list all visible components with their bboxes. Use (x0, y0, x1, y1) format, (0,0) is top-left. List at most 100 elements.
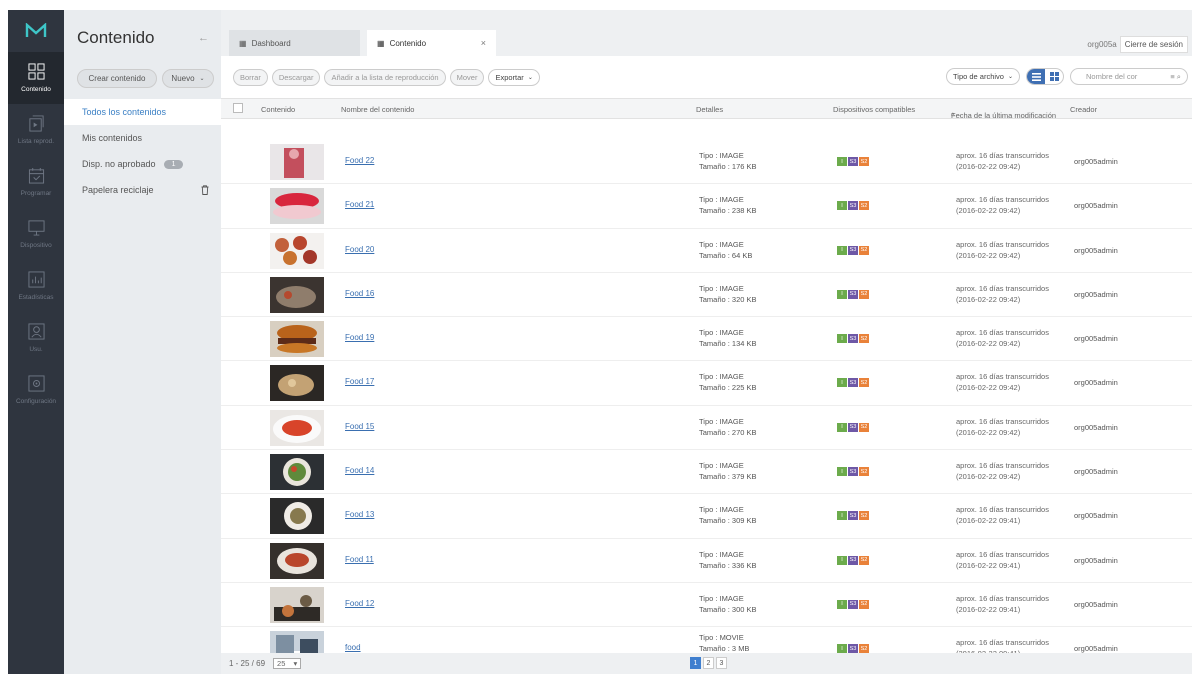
device-badge: S3 (848, 201, 858, 211)
col-fecha-label: Fecha de la última modificación (951, 111, 1057, 120)
device-badge: S3 (848, 245, 858, 255)
compatible-devices: I S3 S2 (837, 511, 869, 521)
rail-item-estad-sticas[interactable]: Estadísticas (8, 260, 64, 312)
create-content-button[interactable]: Crear contenido (77, 68, 157, 88)
content-name-link[interactable]: Food 12 (345, 599, 374, 608)
table-row[interactable]: Food 11 Tipo : IMAGE Tamaño : 336 KB I S3 S2 a… (221, 539, 1192, 583)
view-toggle (1026, 68, 1064, 85)
device-badge: S3 (848, 157, 858, 166)
rail-item-dispositivo[interactable]: Dispositivo (8, 208, 64, 260)
compatible-devices: I S3 S2 (837, 422, 869, 432)
creator-name: org005admin (1074, 467, 1118, 477)
content-thumbnail[interactable] (270, 409, 324, 446)
device-badge: S3 (848, 644, 858, 654)
table-row[interactable]: Food 13 Tipo : IMAGE Tamaño : 309 KB I S3 S2 a… (221, 494, 1192, 539)
calendar-icon (28, 167, 45, 190)
app-logo[interactable] (8, 10, 64, 52)
type-text: Tipo : IMAGE (699, 328, 744, 338)
content-thumbnail[interactable] (270, 321, 324, 358)
delete-button[interactable]: Borrar (233, 68, 268, 86)
chart-icon (27, 271, 45, 294)
device-badge: S2 (859, 334, 869, 344)
content-name-link[interactable]: food (345, 643, 361, 652)
select-all-checkbox[interactable] (233, 103, 243, 113)
table-row[interactable]: Food 21 Tipo : IMAGE Tamaño : 238 KB I S3 S2 a… (221, 184, 1192, 229)
sidebar-item-trash[interactable]: Papelera reciclaje (64, 177, 221, 203)
content-name-link[interactable]: Food 17 (345, 377, 374, 386)
sidebar-item-unapproved[interactable]: Disp. no aprobado 1 (64, 151, 221, 177)
sidebar-item-mine[interactable]: Mis contenidos (64, 125, 221, 151)
grid-view-icon[interactable] (1045, 69, 1063, 84)
device-badge: S2 (859, 245, 869, 255)
content-name-link[interactable]: Food 22 (345, 156, 374, 165)
list-view-icon[interactable] (1027, 69, 1045, 84)
creator-name: org005admin (1074, 555, 1118, 565)
content-name-link[interactable]: Food 20 (345, 245, 374, 254)
move-button[interactable]: Mover (449, 68, 485, 86)
table-row[interactable]: Food 19 Tipo : IMAGE Tamaño : 134 KB I S3 S2 a… (221, 317, 1192, 362)
content-details: Tipo : IMAGE Tamaño : 225 KB (699, 371, 757, 393)
settings-icon (27, 375, 45, 398)
content-thumbnail[interactable] (270, 498, 324, 535)
per-page-value: 25 (277, 659, 286, 668)
content-name-link[interactable]: Food 16 (345, 289, 374, 298)
content-thumbnail[interactable] (270, 276, 324, 313)
modified-ago: aprox. 16 días transcurridos (956, 328, 1049, 338)
download-button[interactable]: Descargar (271, 68, 321, 86)
rail-item-programar[interactable]: Programar (8, 156, 64, 208)
content-thumbnail[interactable] (270, 586, 324, 623)
content-table: Food 22 Tipo : IMAGE Tamaño : 176 KB I S3 S2 a… (221, 140, 1192, 672)
table-row[interactable]: Food 22 Tipo : IMAGE Tamaño : 176 KB I S3 S2 a… (221, 140, 1192, 185)
page-button[interactable]: 3 (716, 657, 727, 669)
modified-timestamp: (2016-02-22 09:41) (956, 516, 1021, 526)
content-thumbnail[interactable] (270, 365, 324, 402)
new-dropdown[interactable]: Nuevo ⌄ (162, 68, 214, 88)
modified-ago: aprox. 16 días transcurridos (956, 638, 1049, 648)
tab-contenido[interactable]: ▦ Contenido × (367, 30, 496, 56)
content-name-link[interactable]: Food 21 (345, 200, 374, 209)
rail-item-label: Usu. (29, 346, 43, 353)
add-to-playlist-button[interactable]: Añadir a la lista de reproducción (324, 68, 446, 86)
file-type-dropdown[interactable]: Tipo de archivo ⌄ (945, 68, 1020, 85)
table-row[interactable]: Food 14 Tipo : IMAGE Tamaño : 379 KB I S3 S2 a… (221, 450, 1192, 495)
rail-item-lista-reprod[interactable]: Lista reprod. (8, 104, 64, 156)
table-row[interactable]: Food 16 Tipo : IMAGE Tamaño : 320 KB I S3 S2 a… (221, 273, 1192, 318)
rail-item-contenido[interactable]: Contenido (8, 52, 64, 104)
content-name-link[interactable]: Food 19 (345, 333, 374, 342)
compatible-devices: I S3 S2 (837, 599, 869, 609)
content-name-link[interactable]: Food 13 (345, 510, 374, 519)
rail-item-label: Estadísticas (18, 294, 54, 301)
tab-dashboard[interactable]: ▦ Dashboard (229, 30, 360, 56)
search-input[interactable]: Nombre del cor ≡ ⌕ (1070, 68, 1188, 85)
rail-item-configuraci-n[interactable]: Configuración (8, 364, 64, 416)
device-badge: S2 (859, 467, 869, 477)
close-icon[interactable]: × (481, 38, 486, 48)
search-icon[interactable]: ≡ ⌕ (1170, 72, 1181, 82)
tab-contenido-label: Contenido (389, 38, 427, 48)
content-name-link[interactable]: Food 11 (345, 555, 374, 564)
rail-item-usu[interactable]: Usu. (8, 312, 64, 364)
table-row[interactable]: Food 12 Tipo : IMAGE Tamaño : 300 KB I S3 S2 a… (221, 583, 1192, 628)
modified-timestamp: (2016-02-22 09:41) (956, 604, 1021, 614)
content-name-link[interactable]: Food 15 (345, 422, 374, 431)
page-button[interactable]: 1 (690, 657, 701, 669)
content-thumbnail[interactable] (270, 454, 324, 491)
content-thumbnail[interactable] (270, 188, 324, 225)
table-row[interactable]: Food 20 Tipo : IMAGE Tamaño : 64 KB I S3 S2 ap… (221, 229, 1192, 273)
table-row[interactable]: Food 15 Tipo : IMAGE Tamaño : 270 KB I S3 S2 a… (221, 406, 1192, 451)
content-name-link[interactable]: Food 14 (345, 466, 374, 475)
page-button[interactable]: 2 (703, 657, 714, 669)
per-page-select[interactable]: 25 ▾ (273, 658, 302, 669)
type-text: Tipo : IMAGE (699, 461, 744, 471)
modified-date: aprox. 16 días transcurridos(2016-02-22 … (956, 416, 1049, 438)
content-thumbnail[interactable] (270, 232, 324, 269)
content-thumbnail[interactable] (270, 144, 324, 180)
collapse-arrow-icon[interactable]: ← (198, 32, 209, 44)
content-thumbnail[interactable] (270, 542, 324, 579)
logout-button[interactable]: Cierre de sesión (1119, 36, 1188, 53)
export-dropdown[interactable]: Exportar ⌄ (488, 68, 540, 86)
sidebar-item-all[interactable]: Todos los contenidos (64, 99, 221, 125)
type-text: Tipo : IMAGE (699, 505, 744, 515)
device-badge: I (837, 644, 847, 654)
table-row[interactable]: Food 17 Tipo : IMAGE Tamaño : 225 KB I S3 S2 a… (221, 361, 1192, 406)
